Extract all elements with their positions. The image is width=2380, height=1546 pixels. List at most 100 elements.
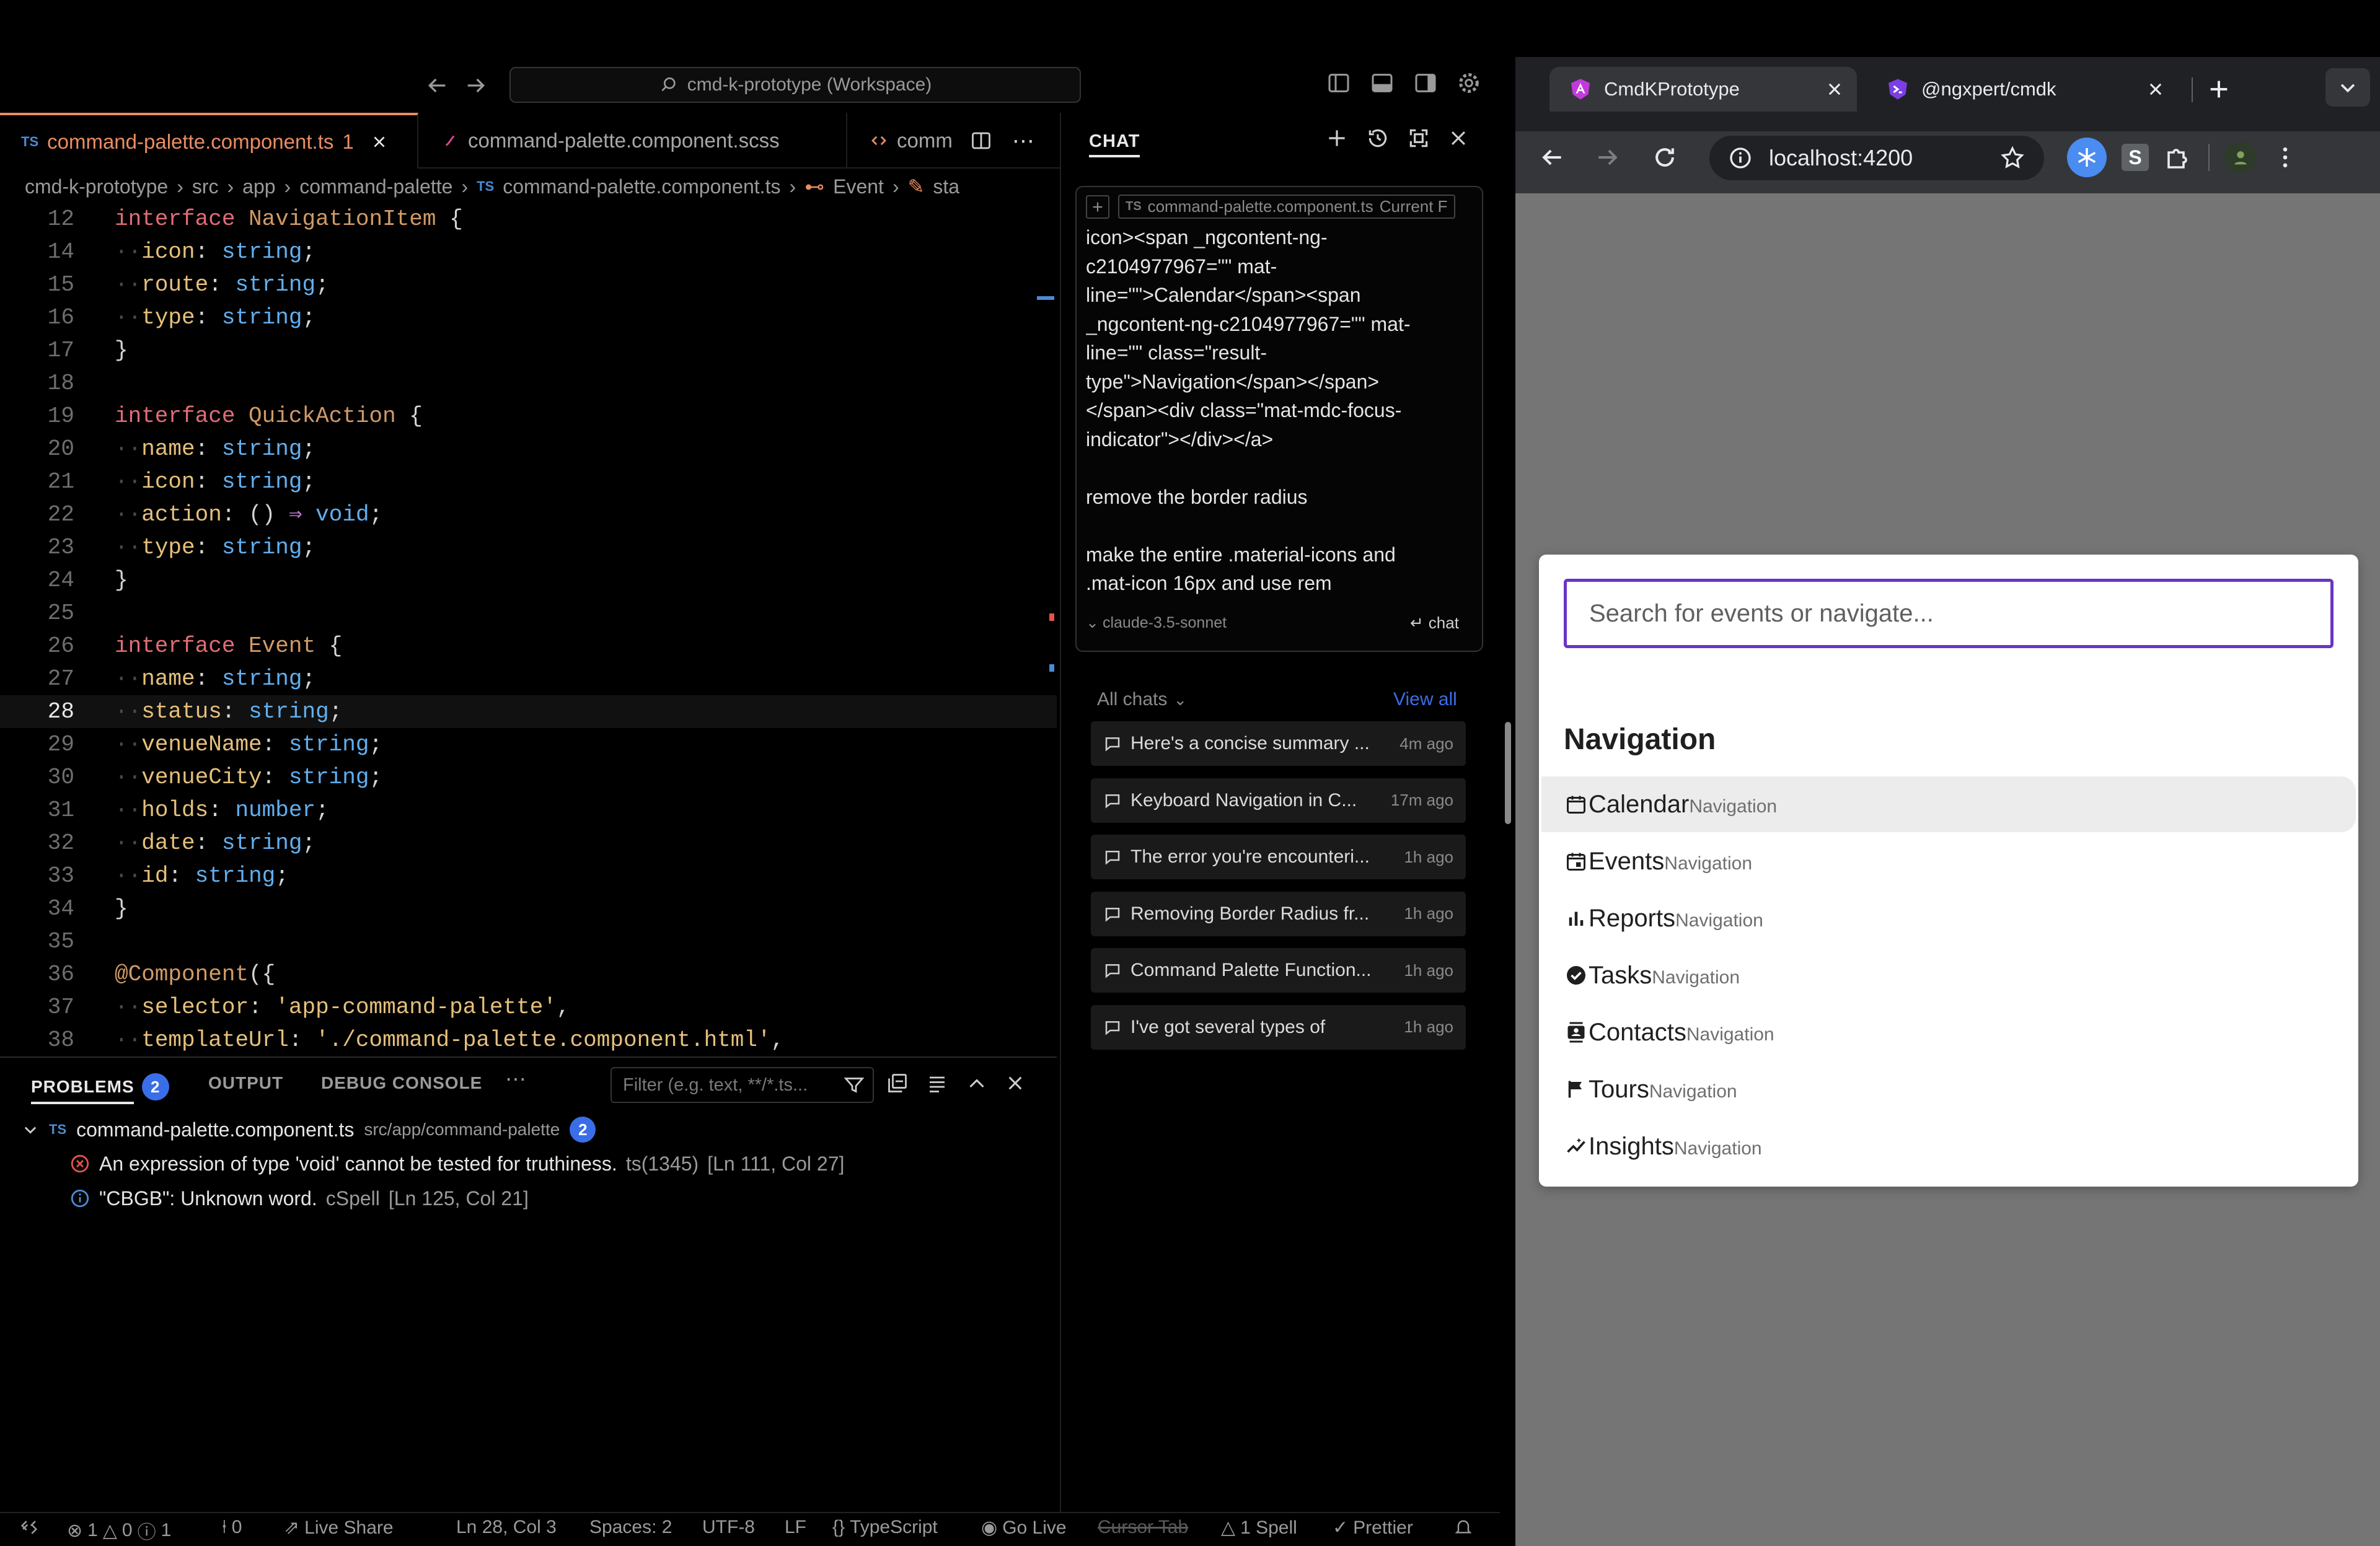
problems-filter-input[interactable]: Filter (e.g. text, **/*.ts... — [610, 1067, 874, 1103]
language-mode[interactable]: {} TypeScript — [832, 1517, 938, 1538]
reload-icon[interactable] — [1651, 144, 1678, 171]
view-as-list-icon[interactable] — [926, 1072, 948, 1094]
close-panel-icon[interactable] — [1005, 1073, 1025, 1093]
history-icon[interactable] — [1366, 126, 1390, 150]
breadcrumb-item[interactable]: cmd-k-prototype — [25, 175, 168, 198]
close-tab-icon[interactable] — [2147, 81, 2164, 98]
close-chat-icon[interactable] — [1448, 128, 1469, 149]
toggle-secondary-sidebar-icon[interactable] — [1413, 71, 1438, 95]
problems-file-row[interactable]: TS command-palette.component.ts src/app/… — [22, 1115, 596, 1144]
palette-item-tasks[interactable]: Tasks Navigation — [1541, 947, 2356, 1003]
chat-history-item[interactable]: Keyboard Navigation in C... 17m ago — [1091, 778, 1466, 823]
back-arrow-icon[interactable] — [425, 73, 449, 98]
remote-icon[interactable] — [19, 1517, 40, 1538]
more-actions-icon[interactable]: ⋯ — [505, 1067, 526, 1092]
split-editor-icon[interactable] — [970, 130, 992, 152]
end-of-line[interactable]: LF — [785, 1517, 806, 1538]
palette-item-insights[interactable]: Insights Navigation — [1541, 1118, 2356, 1174]
filter-icon[interactable] — [843, 1074, 865, 1096]
site-info-icon[interactable] — [1728, 146, 1753, 170]
all-chats-dropdown[interactable]: All chats ⌄ — [1097, 689, 1187, 710]
extensions-puzzle-icon[interactable] — [2164, 143, 2193, 172]
chat-history-item[interactable]: Removing Border Radius fr... 1h ago — [1091, 891, 1466, 936]
code-line[interactable]: 38 ··templateUrl: './command-palette.comp… — [0, 1024, 1057, 1056]
encoding[interactable]: UTF-8 — [702, 1517, 755, 1538]
cursor-position[interactable]: Ln 28, Col 3 — [456, 1517, 557, 1538]
code-line[interactable]: 36 @Component({ — [0, 958, 1057, 991]
settings-gear-icon[interactable] — [1457, 71, 1481, 95]
spell-status[interactable]: △ 1 Spell — [1221, 1517, 1297, 1539]
code-line[interactable]: 34} — [0, 892, 1057, 925]
problems-status[interactable]: ⊗ 1 △ 0 ⓘ 1 — [67, 1517, 171, 1544]
model-selector[interactable]: ⌄ claude-3.5-sonnet — [1086, 613, 1227, 632]
forward-arrow-icon[interactable] — [464, 73, 488, 98]
code-line[interactable]: 19 interface QuickAction { — [0, 400, 1057, 433]
chat-history-item[interactable]: I've got several types of 1h ago — [1091, 1004, 1466, 1050]
code-line[interactable]: 21 ··icon: string; — [0, 465, 1057, 498]
palette-item-calendar[interactable]: Calendar Navigation — [1541, 776, 2356, 832]
code-line[interactable]: 31 ··holds: number; — [0, 794, 1057, 827]
indentation[interactable]: Spaces: 2 — [589, 1517, 672, 1538]
address-bar[interactable]: localhost:4200 — [1709, 136, 2044, 180]
chat-history-item[interactable]: Here's a concise summary ... 4m ago — [1091, 721, 1466, 766]
problem-row-error[interactable]: An expression of type 'void' cannot be t… — [69, 1149, 844, 1178]
back-arrow-icon[interactable] — [1538, 144, 1566, 171]
code-line[interactable]: 16 ··type: string; — [0, 301, 1057, 334]
toggle-sidebar-icon[interactable] — [1326, 71, 1351, 95]
breadcrumb-item[interactable]: sta — [933, 175, 959, 198]
more-actions-icon[interactable]: ⋯ — [1012, 128, 1034, 154]
collapse-all-icon[interactable] — [886, 1072, 909, 1094]
code-line[interactable]: 32 ··date: string; — [0, 827, 1057, 859]
view-all-link[interactable]: View all — [1393, 689, 1457, 710]
maximize-panel-icon[interactable] — [966, 1072, 988, 1094]
extension-snowflake-icon[interactable] — [2067, 138, 2107, 177]
code-line[interactable]: 20 ··name: string; — [0, 433, 1057, 465]
problem-row-info[interactable]: "CBGB": Unknown word. cSpell [Ln 125, Co… — [69, 1184, 529, 1213]
code-line[interactable]: 37 ··selector: 'app-command-palette', — [0, 991, 1057, 1024]
tab-html[interactable]: comm ⋯ — [848, 113, 1060, 169]
breadcrumb-item[interactable]: command-palette.component.ts — [503, 175, 780, 198]
code-line[interactable]: 35 — [0, 925, 1057, 958]
palette-item-contacts[interactable]: Contacts Navigation — [1541, 1004, 2356, 1060]
browser-tab-cmdkprototype[interactable]: CmdKPrototype — [1549, 67, 1857, 112]
add-context-plus-icon[interactable] — [1086, 195, 1109, 219]
go-live-button[interactable]: ◉ Go Live — [981, 1517, 1067, 1539]
palette-item-tours[interactable]: Tours Navigation — [1541, 1061, 2356, 1117]
code-line[interactable]: 24} — [0, 564, 1057, 597]
expand-icon[interactable] — [1407, 126, 1430, 150]
code-line[interactable]: 23 ··type: string; — [0, 531, 1057, 564]
breadcrumb-item[interactable]: src — [192, 175, 219, 198]
palette-item-reports[interactable]: Reports Navigation — [1541, 890, 2356, 946]
tab-command-palette-scss[interactable]: command-palette.component.scss — [420, 113, 847, 169]
prettier-status[interactable]: ✓ Prettier — [1333, 1517, 1413, 1539]
bookmark-star-icon[interactable] — [1999, 145, 2025, 171]
code-editor[interactable]: 12 interface NavigationItem {14 ··icon: st… — [0, 203, 1057, 1056]
splitter-scrollbar[interactable] — [1505, 722, 1511, 824]
extension-s-icon[interactable]: S — [2122, 144, 2149, 171]
chat-history-item[interactable]: Command Palette Function... 1h ago — [1091, 948, 1466, 993]
code-line[interactable]: 33 ··id: string; — [0, 859, 1057, 892]
code-line[interactable]: 25 — [0, 597, 1057, 630]
live-share-button[interactable]: ⇗ Live Share — [284, 1517, 394, 1539]
close-tab-icon[interactable] — [1826, 81, 1843, 98]
forward-arrow-icon[interactable] — [1594, 144, 1621, 171]
command-palette-search-input[interactable]: Search for events or navigate... — [1564, 579, 2334, 648]
breadcrumb-item[interactable]: Event — [833, 175, 884, 198]
notifications-bell-icon[interactable] — [1453, 1517, 1473, 1537]
context-file-chip[interactable]: TS command-palette.component.ts Current … — [1118, 195, 1455, 219]
profile-avatar[interactable] — [2224, 141, 2257, 173]
tab-problems[interactable]: PROBLEMS 2 — [31, 1073, 169, 1100]
new-chat-plus-icon[interactable] — [1325, 126, 1349, 150]
breadcrumb-item[interactable]: command-palette — [299, 175, 452, 198]
code-line[interactable]: 29 ··venueName: string; — [0, 728, 1057, 761]
ports-status[interactable]: ⍿ 0 — [222, 1517, 242, 1538]
tab-command-palette-ts[interactable]: TS command-palette.component.ts 1 — [0, 113, 418, 169]
palette-item-events[interactable]: Events Navigation — [1541, 833, 2356, 889]
tab-output[interactable]: OUTPUT — [208, 1073, 283, 1093]
close-icon[interactable] — [371, 134, 387, 150]
chevron-down-icon[interactable] — [22, 1121, 39, 1138]
breadcrumb-item[interactable]: app — [242, 175, 275, 198]
code-line[interactable]: 27 ··name: string; — [0, 662, 1057, 695]
chat-input-text[interactable]: icon><span _ngcontent-ng- c2104977967=""… — [1086, 223, 1476, 620]
command-center-search[interactable]: cmd-k-prototype (Workspace) — [509, 67, 1081, 103]
